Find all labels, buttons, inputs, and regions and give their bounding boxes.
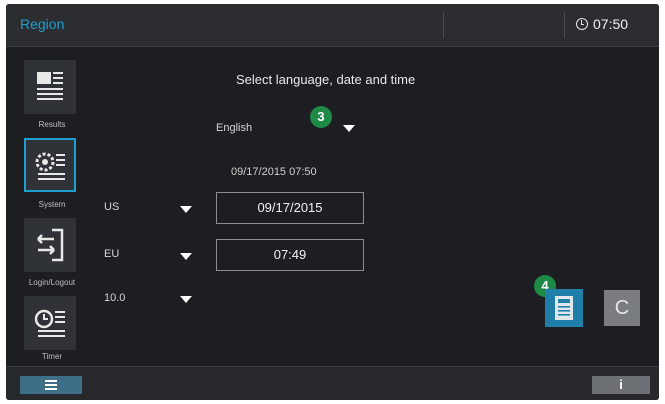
third-setting-value[interactable]: 10.0 [104,292,125,304]
menu-icon [45,380,57,382]
save-button[interactable] [545,289,583,327]
title-divider [564,12,565,38]
menu-icon [45,384,57,386]
title-divider [443,12,444,38]
menu-button[interactable] [20,376,82,394]
callout-badge-3: 3 [310,106,332,128]
sidebar-item-label: Timer [41,352,63,361]
page-title: Region [20,16,65,32]
title-bar: Region 07:50 [6,4,659,47]
third-setting-dropdown-arrow-icon[interactable] [180,296,192,303]
sidebar: Results System Login/Logout Timer [16,56,88,361]
timer-icon [24,296,76,350]
bottom-bar: i [6,366,659,400]
current-datetime: 09/17/2015 07:50 [231,166,317,178]
sidebar-item-label: System [38,200,66,209]
results-icon [24,60,76,114]
time-format-dropdown-arrow-icon[interactable] [180,253,192,260]
settings-heading: Select language, date and time [236,72,416,87]
system-icon [24,138,76,192]
cancel-button[interactable]: C [604,290,640,326]
sidebar-item-label: Results [38,120,66,129]
date-field[interactable]: 09/17/2015 [216,192,364,224]
menu-icon [45,388,57,390]
clock-icon [576,18,588,30]
login-logout-icon [24,218,76,272]
language-dropdown-arrow-icon[interactable] [343,125,355,132]
info-button[interactable]: i [592,376,650,394]
save-icon [555,296,573,320]
clock-time: 07:50 [593,16,629,32]
sidebar-item-label: Login/Logout [28,278,76,287]
time-field[interactable]: 07:49 [216,239,364,271]
device-screen: Region 07:50 Results System Login/Logout… [6,4,659,400]
date-format-dropdown-arrow-icon[interactable] [180,206,192,213]
date-format-value[interactable]: US [104,201,119,213]
language-value[interactable]: English [216,122,252,134]
time-format-value[interactable]: EU [104,248,119,260]
